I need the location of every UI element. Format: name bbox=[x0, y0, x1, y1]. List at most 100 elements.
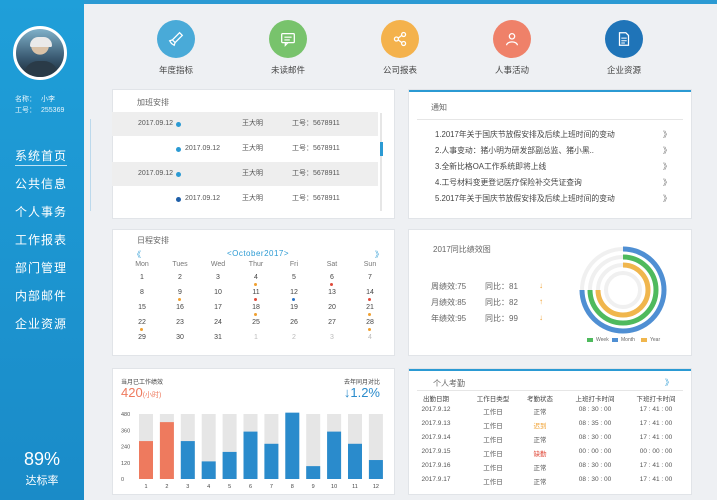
bar-7[interactable] bbox=[264, 443, 279, 479]
calendar-day[interactable]: 4 bbox=[237, 274, 275, 286]
bar-11[interactable] bbox=[348, 443, 362, 479]
x-tick-label: 8 bbox=[291, 484, 294, 490]
attendance-cell: 2017.9.12 bbox=[421, 406, 451, 413]
overtime-scrollbar[interactable] bbox=[380, 113, 382, 211]
attendance-more-icon[interactable]: 》 bbox=[665, 377, 673, 388]
sidebar-item-home[interactable]: 系统首页 bbox=[0, 146, 84, 174]
calendar-day[interactable]: 3 bbox=[313, 334, 351, 341]
bar-2[interactable] bbox=[159, 422, 174, 479]
overtime-date: 2017.09.12 bbox=[138, 120, 174, 127]
bar-8[interactable] bbox=[285, 412, 300, 479]
calendar-day[interactable]: 7 bbox=[351, 274, 389, 281]
attendance-cell: 08 : 35 : 00 bbox=[578, 420, 612, 427]
sidebar-item-work-reports[interactable]: 工作报表 bbox=[0, 230, 84, 258]
bar-5[interactable] bbox=[222, 451, 237, 479]
calendar-day[interactable]: 15 bbox=[123, 304, 161, 311]
attendance-status: 正常 bbox=[533, 437, 547, 444]
overtime-employee-id: 工号：5678911 bbox=[292, 145, 340, 152]
sidebar-item-public-info[interactable]: 公共信息 bbox=[0, 174, 84, 202]
attendance-cell: 2017.9.15 bbox=[421, 448, 451, 455]
overtime-name: 王大明 bbox=[242, 145, 263, 152]
notice-title: 通知 bbox=[431, 103, 447, 112]
calendar-day[interactable]: 28 bbox=[351, 319, 389, 331]
calendar-day[interactable]: 8 bbox=[123, 289, 161, 296]
overtime-employee-id: 工号：5678911 bbox=[292, 170, 340, 177]
sidebar-item-personal-affairs[interactable]: 个人事务 bbox=[0, 202, 84, 230]
calendar-day[interactable]: 10 bbox=[199, 289, 237, 296]
notice-item[interactable]: 3.全新比格OA工作系统即将上线 bbox=[435, 161, 663, 172]
notice-arrow-icon[interactable]: 》 bbox=[663, 145, 671, 156]
calendar-day[interactable]: 23 bbox=[161, 319, 199, 326]
calendar-day[interactable]: 22 bbox=[123, 319, 161, 331]
notice-item[interactable]: 5.2017年关于国庆节放假安排及后续上班时间的变动 bbox=[435, 193, 663, 204]
calendar-day[interactable]: 30 bbox=[161, 334, 199, 341]
notice-arrow-icon[interactable]: 》 bbox=[663, 129, 671, 140]
notice-accent bbox=[409, 90, 691, 92]
perf-week-compare: 同比：81 bbox=[485, 282, 518, 291]
quick-link-enterprise-resources[interactable]: 企业资源 bbox=[594, 20, 654, 76]
calendar-day[interactable]: 6 bbox=[313, 274, 351, 286]
overtime-row[interactable]: 2017.09.12 王大明 工号：5678911 bbox=[112, 162, 378, 186]
calendar-day[interactable]: 13 bbox=[313, 289, 351, 296]
attendance-status: 正常 bbox=[533, 409, 547, 416]
calendar-day[interactable]: 16 bbox=[161, 304, 199, 311]
calendar-day[interactable]: 26 bbox=[275, 319, 313, 326]
notice-arrow-icon[interactable]: 》 bbox=[663, 193, 671, 204]
sidebar-item-department[interactable]: 部门管理 bbox=[0, 258, 84, 286]
notice-arrow-icon[interactable]: 》 bbox=[663, 177, 671, 188]
calendar-day[interactable]: 5 bbox=[275, 274, 313, 281]
attendance-cell: 17 : 41 : 00 bbox=[639, 476, 673, 483]
performance-title: 2017同比绩效图 bbox=[433, 245, 491, 254]
bar-1[interactable] bbox=[139, 441, 153, 479]
sidebar-item-enterprise-resources[interactable]: 企业资源 bbox=[0, 314, 84, 342]
notice-item[interactable]: 1.2017年关于国庆节放假安排及后续上班时间的变动 bbox=[435, 129, 663, 140]
perf-week-label: 周绩效:75 bbox=[431, 282, 467, 291]
calendar-day[interactable]: 11 bbox=[237, 289, 275, 301]
notice-item[interactable]: 2.人事变动：猪小明为研发部副总监、猪小黑.. bbox=[435, 145, 663, 156]
arrow-down-icon: ↓ bbox=[539, 281, 543, 290]
calendar-day[interactable]: 4 bbox=[351, 334, 389, 341]
quick-link-company-reports[interactable]: 公司报表 bbox=[370, 20, 430, 76]
calendar-day[interactable]: 18 bbox=[237, 304, 275, 316]
overtime-row[interactable]: 2017.09.12 王大明 工号：5678911 bbox=[112, 137, 378, 161]
calendar-day[interactable]: 21 bbox=[351, 304, 389, 316]
avatar[interactable] bbox=[13, 26, 67, 80]
bar-3[interactable] bbox=[180, 441, 195, 479]
quick-link-hr-activities[interactable]: 人事活动 bbox=[482, 20, 542, 76]
calendar-day[interactable]: 20 bbox=[313, 304, 351, 311]
calendar-day[interactable]: 24 bbox=[199, 319, 237, 326]
calendar-day[interactable]: 31 bbox=[199, 334, 237, 341]
attendance-accent bbox=[409, 369, 691, 371]
calendar-day[interactable]: 12 bbox=[275, 289, 313, 301]
calendar-day[interactable]: 2 bbox=[275, 334, 313, 341]
calendar-next-button[interactable]: 》 bbox=[375, 249, 383, 260]
calendar-day[interactable]: 27 bbox=[313, 319, 351, 326]
calendar-weekday: Sat bbox=[326, 261, 338, 268]
calendar-day[interactable]: 1 bbox=[237, 334, 275, 341]
notice-item[interactable]: 4.工号材料变更登记医疗保险补交凭证查询 bbox=[435, 177, 663, 188]
overtime-scrollbar-thumb[interactable] bbox=[380, 142, 383, 156]
bar-6[interactable] bbox=[243, 431, 258, 479]
calendar-day[interactable]: 14 bbox=[351, 289, 389, 301]
calendar-day[interactable]: 17 bbox=[199, 304, 237, 311]
overtime-row[interactable]: 2017.09.12 王大明 工号：5678911 bbox=[112, 112, 378, 136]
bar-4[interactable] bbox=[201, 461, 216, 479]
calendar-day[interactable]: 1 bbox=[123, 274, 161, 281]
overtime-date: 2017.09.12 bbox=[185, 145, 221, 152]
bar-9[interactable] bbox=[306, 466, 321, 479]
quick-link-annual-targets[interactable]: 年度指标 bbox=[146, 20, 206, 76]
overtime-row[interactable]: 2017.09.12 王大明 工号：5678911 bbox=[112, 187, 378, 211]
calendar-day[interactable]: 3 bbox=[199, 274, 237, 281]
notice-arrow-icon[interactable]: 》 bbox=[663, 161, 671, 172]
quick-link-unread-mail[interactable]: 未读邮件 bbox=[258, 20, 318, 76]
sidebar-item-internal-mail[interactable]: 内部邮件 bbox=[0, 286, 84, 314]
overtime-date: 2017.09.12 bbox=[185, 195, 221, 202]
calendar-day[interactable]: 2 bbox=[161, 274, 199, 281]
calendar-day[interactable]: 19 bbox=[275, 304, 313, 311]
calendar-day[interactable]: 25 bbox=[237, 319, 275, 326]
attendance-cell: 00 : 00 : 00 bbox=[578, 448, 612, 455]
calendar-day[interactable]: 29 bbox=[123, 334, 161, 341]
bar-10[interactable] bbox=[327, 431, 342, 479]
bar-12[interactable] bbox=[368, 460, 383, 479]
calendar-day[interactable]: 9 bbox=[161, 289, 199, 301]
